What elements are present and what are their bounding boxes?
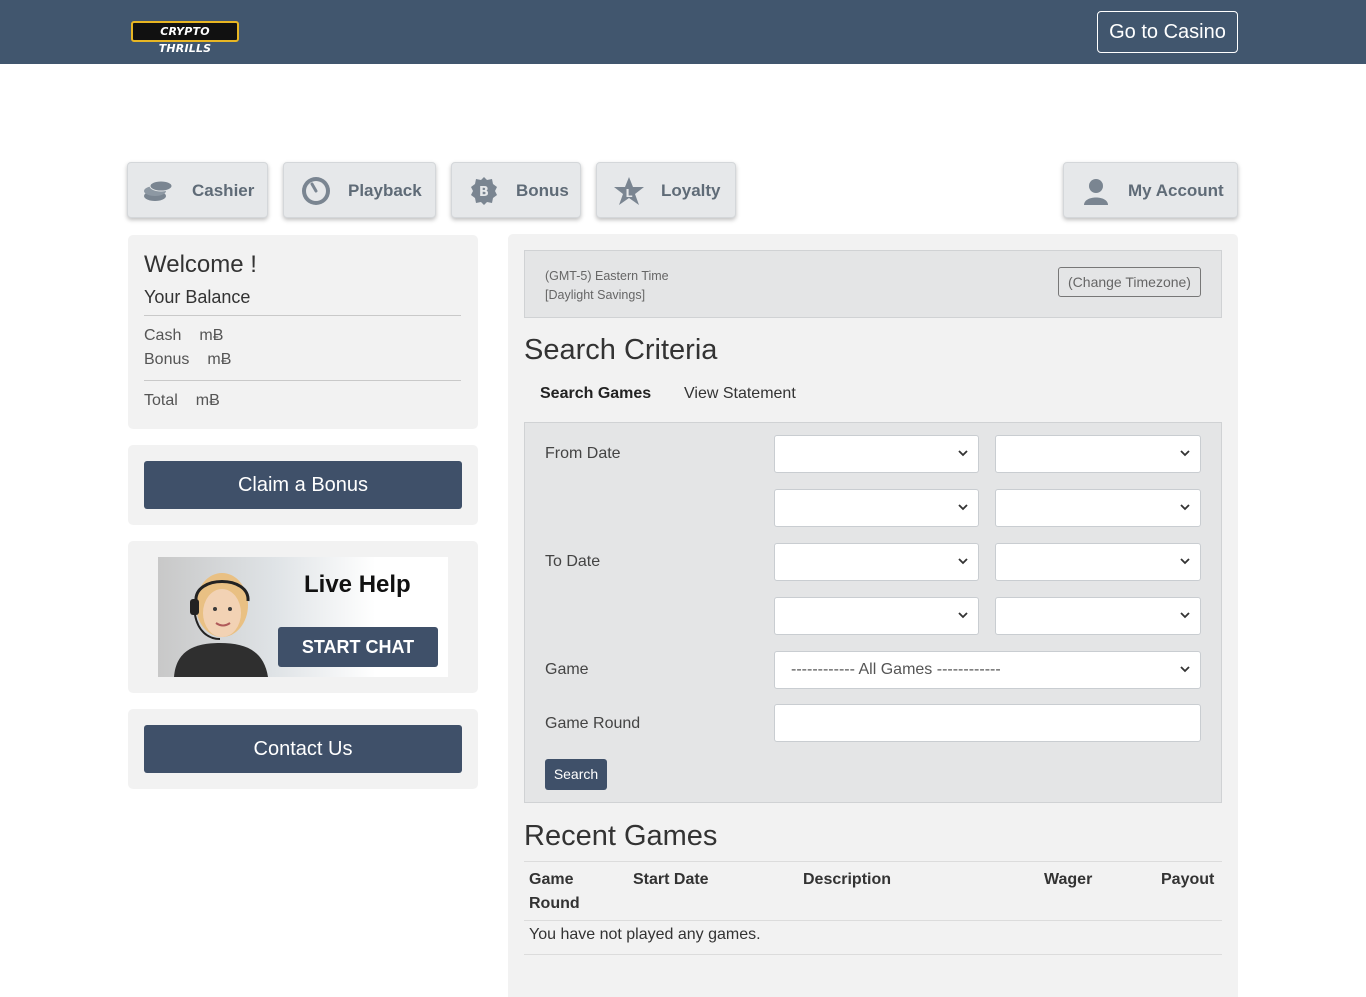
col-game-round: Game Round <box>529 871 580 912</box>
main-content-panel: (GMT-5) Eastern Time [Daylight Savings] … <box>508 234 1238 997</box>
chevron-down-icon <box>1180 666 1190 673</box>
chevron-down-icon <box>1180 450 1190 457</box>
nav-my-account-label: My Account <box>1128 181 1224 200</box>
search-criteria-heading: Search Criteria <box>524 334 718 366</box>
total-value: mɃ <box>195 392 220 409</box>
table-bottom-border <box>524 954 1222 955</box>
divider <box>144 315 461 316</box>
go-to-casino-button[interactable]: Go to Casino <box>1097 11 1238 53</box>
bonus-value: mɃ <box>207 351 232 368</box>
change-timezone-button[interactable]: (Change Timezone) <box>1058 267 1201 297</box>
nav-bonus-button[interactable]: B Bonus <box>451 162 581 218</box>
your-balance-heading: Your Balance <box>144 287 251 307</box>
chevron-down-icon <box>1180 504 1190 511</box>
contact-panel: Contact Us <box>128 709 478 789</box>
timezone-box: (GMT-5) Eastern Time [Daylight Savings] … <box>524 250 1222 318</box>
from-date-label: From Date <box>545 445 621 462</box>
col-wager: Wager <box>1044 871 1093 888</box>
col-start-date: Start Date <box>633 871 709 888</box>
tab-search-games[interactable]: Search Games <box>540 385 651 403</box>
col-payout: Payout <box>1161 871 1215 888</box>
loyalty-star-icon: L <box>614 177 644 205</box>
svg-text:L: L <box>625 187 632 200</box>
game-label: Game <box>545 661 589 678</box>
table-top-border <box>524 861 1222 862</box>
search-button[interactable]: Search <box>545 759 607 790</box>
to-date-time-select[interactable] <box>995 597 1201 635</box>
col-description: Description <box>803 871 892 888</box>
live-help-panel: Live Help START CHAT <box>128 541 478 693</box>
coins-icon <box>144 180 173 201</box>
bonus-label: Bonus <box>144 351 190 368</box>
chevron-down-icon <box>958 504 968 511</box>
nav-my-account-button[interactable]: My Account <box>1063 162 1238 218</box>
tab-view-statement[interactable]: View Statement <box>684 385 796 403</box>
recent-games-heading: Recent Games <box>524 820 718 852</box>
claim-bonus-panel: Claim a Bonus <box>128 445 478 525</box>
timezone-dst: [Daylight Savings] <box>545 288 646 302</box>
from-date-day-select[interactable] <box>995 435 1201 473</box>
nav-loyalty-button[interactable]: L Loyalty <box>596 162 736 218</box>
chevron-down-icon <box>1180 612 1190 619</box>
contact-us-button[interactable]: Contact Us <box>144 725 462 773</box>
top-header: CRYPTO THRILLS Go to Casino <box>0 0 1366 64</box>
nav-bonus-label: Bonus <box>516 181 569 200</box>
timezone-name: (GMT-5) Eastern Time <box>545 269 669 283</box>
to-date-day-select[interactable] <box>995 543 1201 581</box>
game-select[interactable]: ------------ All Games ------------ <box>774 651 1201 689</box>
nav-loyalty-label: Loyalty <box>661 181 721 200</box>
chevron-down-icon <box>1180 558 1190 565</box>
balance-panel: Welcome ! Your Balance Cash mɃ Bonus mɃ To… <box>128 235 478 429</box>
total-row: Total mɃ <box>144 392 238 410</box>
cash-label: Cash <box>144 327 182 344</box>
to-date-year-select[interactable] <box>774 597 979 635</box>
to-date-label: To Date <box>545 553 601 570</box>
chevron-down-icon <box>958 612 968 619</box>
start-chat-button[interactable]: START CHAT <box>278 627 438 667</box>
bonus-row: Bonus mɃ <box>144 351 249 369</box>
game-round-label: Game Round <box>545 715 641 732</box>
user-avatar-icon <box>1084 179 1108 205</box>
chevron-down-icon <box>958 450 968 457</box>
game-select-value: ------------ All Games ------------ <box>791 661 1001 678</box>
site-logo[interactable]: CRYPTO THRILLS <box>131 21 239 55</box>
svg-text:B: B <box>479 185 489 200</box>
no-games-message: You have not played any games. <box>529 926 761 943</box>
from-date-time-select[interactable] <box>995 489 1201 527</box>
cash-value: mɃ <box>199 327 224 344</box>
bonus-badge-icon: B <box>471 177 497 205</box>
cash-row: Cash mɃ <box>144 327 241 345</box>
support-agent-illustration <box>174 573 268 677</box>
search-form: From Date To Date Game ------------ All … <box>524 422 1222 803</box>
chevron-down-icon <box>958 558 968 565</box>
nav-playback-label: Playback <box>348 181 422 200</box>
playback-clock-icon <box>302 177 330 205</box>
table-header-border <box>524 920 1222 921</box>
from-date-year-select[interactable] <box>774 489 979 527</box>
live-help-title: Live Help <box>304 571 411 598</box>
to-date-month-select[interactable] <box>774 543 979 581</box>
game-round-input[interactable] <box>774 704 1201 742</box>
welcome-heading: Welcome ! <box>144 251 257 278</box>
claim-bonus-button[interactable]: Claim a Bonus <box>144 461 462 509</box>
divider <box>144 380 461 381</box>
from-date-month-select[interactable] <box>774 435 979 473</box>
nav-cashier-button[interactable]: Cashier <box>127 162 268 218</box>
nav-cashier-label: Cashier <box>192 181 255 200</box>
live-help-banner[interactable]: Live Help START CHAT <box>158 557 448 677</box>
nav-playback-button[interactable]: Playback <box>283 162 436 218</box>
total-label: Total <box>144 392 178 409</box>
